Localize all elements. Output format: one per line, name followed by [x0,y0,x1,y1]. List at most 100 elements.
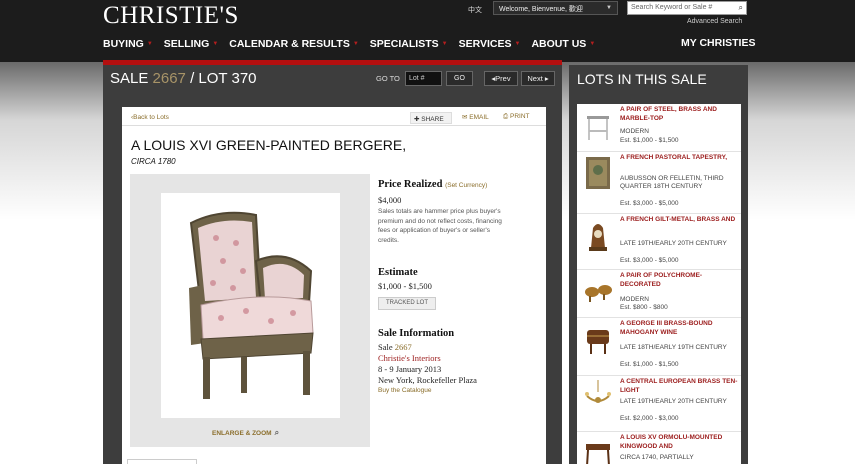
lot-estimate: Est. $3,000 - $5,000 [620,257,679,264]
sale-number: 2667 [152,70,186,87]
nav-label: SPECIALISTS [369,38,439,50]
language-select-value: Welcome, Bienvenue, 歡迎 [499,6,583,13]
back-to-lots-link[interactable]: ‹Back to Lots [131,114,169,121]
prev-lot-button[interactable]: ◂Prev [484,71,518,86]
sale-number-link[interactable]: 2667 [395,342,412,352]
tab-lot-details[interactable] [127,459,197,464]
price-realized-value: $4,000 [378,195,402,205]
nav-buying[interactable]: BUYING ▼ [103,37,153,51]
figurines-icon [583,274,613,308]
bergere-chair-image [189,211,314,399]
email-label: EMAIL [469,114,489,121]
lot-name: A PAIR OF POLYCHROME-DECORATED [620,272,703,288]
search-placeholder: Search Keyword or Sale # [631,4,713,11]
enlarge-zoom-link[interactable]: ENLARGE & ZOOM ⌕ [212,428,279,438]
sale-info-number: Sale 2667 [378,342,412,352]
chevron-down-icon: ▼ [146,41,153,47]
language-select[interactable]: Welcome, Bienvenue, 歡迎 ▼ [493,1,618,15]
list-item[interactable]: A GEORGE III BRASS-BOUND MAHOGANY WINE L… [577,318,741,376]
email-link[interactable]: ✉ EMAIL [462,113,489,121]
lot-estimate: Est. $3,000 - $5,000 [620,200,679,207]
lot-desc: CIRCA 1740, PARTIALLY [620,454,694,461]
lots-sidebar-title: LOTS IN THIS SALE [577,71,707,87]
chandelier-icon [583,380,613,414]
list-item[interactable]: A LOUIS XV ORMOLU-MOUNTED KINGWOOD AND C… [577,432,741,464]
lot-desc: LATE 18TH/EARLY 19TH CENTURY [620,344,727,351]
sale-location: New York, Rockefeller Plaza [378,375,477,385]
next-lot-button[interactable]: Next ▸ [521,71,555,86]
lot-label: / LOT [190,70,228,87]
sale-lot-heading: SALE 2667 / LOT 370 [110,70,257,87]
lot-desc: LATE 19TH/EARLY 20TH CENTURY [620,398,727,405]
price-note: Sales totals are hammer price plus buyer… [378,208,502,244]
lot-estimate: Est. $800 - $800 [620,304,668,311]
print-link[interactable]: ⎙ PRINT [503,113,530,121]
buy-catalogue-link[interactable]: Buy the Catalogue [378,387,431,394]
chevron-down-icon: ▼ [352,41,359,47]
list-item[interactable]: A PAIR OF STEEL, BRASS AND MARBLE-TOP MO… [577,104,741,152]
sale-label: SALE [110,70,149,87]
enlarge-label: ENLARGE & ZOOM [212,430,272,437]
estimate-heading: Estimate [378,267,418,278]
table-icon [583,108,613,142]
lot-desc: MODERN [620,296,649,303]
price-realized-heading: Price Realized (Set Currency) [378,179,487,190]
list-item[interactable]: A CENTRAL EUROPEAN BRASS TEN-LIGHT LATE … [577,376,741,432]
nav-label: BUYING [103,38,144,50]
main-nav: BUYING ▼ SELLING ▼ CALENDAR & RESULTS ▼ SPE… [103,37,606,51]
list-item[interactable]: A FRENCH PASTORAL TAPESTRY, AUBUSSON OR … [577,152,741,214]
my-christies-link[interactable]: MY CHRISTIES [681,37,755,49]
print-label: PRINT [510,113,530,120]
lot-desc: LATE 19TH/EARLY 20TH CENTURY [620,240,727,247]
printer-icon: ⎙ [503,113,511,120]
language-link-chinese[interactable]: 中文 [468,5,482,15]
lot-circa: CIRCA 1780 [131,157,176,166]
tapestry-icon [583,156,613,190]
lot-desc: AUBUSSON OR FELLETIN, THIRD QUARTER 18TH… [620,175,724,190]
list-item[interactable]: A PAIR OF POLYCHROME-DECORATED MODERN Es… [577,270,741,318]
lot-name: A PAIR OF STEEL, BRASS AND MARBLE-TOP [620,106,717,122]
advanced-search-link[interactable]: Advanced Search [687,18,742,25]
clock-icon [583,218,613,252]
sale-info-heading: Sale Information [378,328,455,339]
goto-label: GO TO [376,74,400,83]
nav-label: SERVICES [458,38,512,50]
lot-name: A LOUIS XV ORMOLU-MOUNTED KINGWOOD AND [620,434,723,450]
zoom-icon: ⌕ [274,428,280,437]
desk-icon [583,436,613,464]
list-item[interactable]: A FRENCH GILT-METAL, BRASS AND LATE 19TH… [577,214,741,270]
chevron-down-icon: ▼ [212,41,219,47]
lot-estimate: Est. $1,000 - $1,500 [620,361,679,368]
wine-cooler-icon [583,322,613,356]
nav-about-us[interactable]: ABOUT US ▼ [531,37,595,51]
share-button[interactable]: ✚ SHARE [410,112,452,124]
search-icon[interactable]: ⌕ [739,3,743,13]
christies-logo[interactable]: CHRISTIE'S [103,2,239,30]
lot-name: A FRENCH PASTORAL TAPESTRY, [620,154,728,161]
sale-dates: 8 - 9 January 2013 [378,364,442,374]
tracked-lot-button[interactable]: TRACKED LOT [378,297,436,310]
estimate-value: $1,000 - $1,500 [378,281,432,291]
chevron-down-icon: ▼ [514,41,521,47]
set-currency-link[interactable]: (Set Currency) [445,182,487,189]
nav-selling[interactable]: SELLING ▼ [164,37,218,51]
lot-title: A LOUIS XVI GREEN-PAINTED BERGERE, [131,137,407,153]
sale-prefix: Sale [378,342,393,352]
lot-number: 370 [231,70,257,87]
search-input[interactable]: Search Keyword or Sale # ⌕ [627,1,747,15]
lot-estimate: Est. $2,000 - $3,000 [620,415,679,422]
nav-label: ABOUT US [531,38,587,50]
price-realized-label: Price Realized [378,179,443,190]
lot-number-input[interactable]: Lot # [405,71,442,86]
nav-services[interactable]: SERVICES ▼ [459,37,521,51]
lot-name: A FRENCH GILT-METAL, BRASS AND [620,216,736,223]
chevron-down-icon: ▼ [606,5,612,11]
sale-name-link[interactable]: Christie's Interiors [378,353,441,363]
go-button[interactable]: GO [446,71,473,86]
lot-image[interactable] [161,193,340,418]
nav-label: CALENDAR & RESULTS [229,38,350,50]
nav-label: SELLING [163,38,210,50]
nav-calendar-results[interactable]: CALENDAR & RESULTS ▼ [229,37,359,51]
chevron-down-icon: ▼ [441,41,448,47]
nav-specialists[interactable]: SPECIALISTS ▼ [370,37,448,51]
